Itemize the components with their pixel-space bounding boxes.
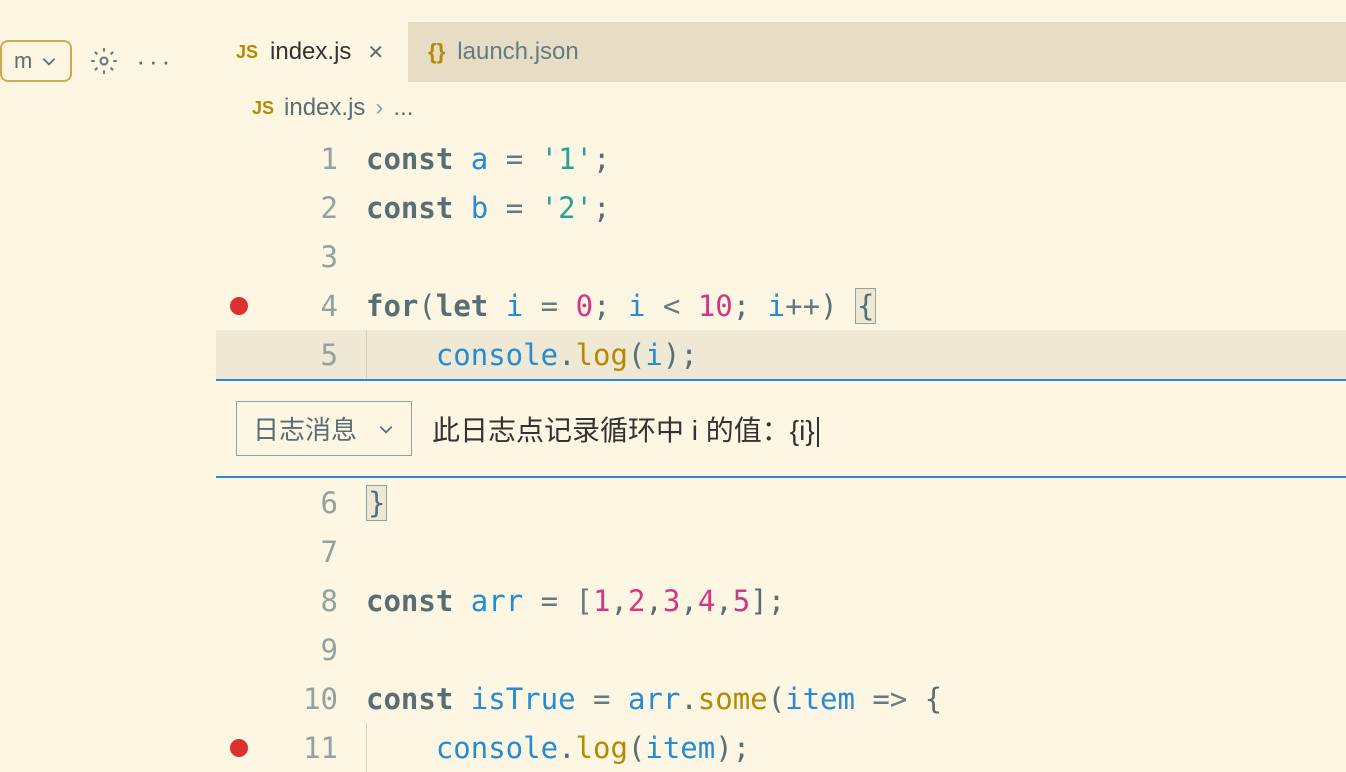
code-line[interactable]: 2 const b = '2';: [216, 183, 1346, 232]
js-file-icon: JS: [252, 98, 274, 119]
logpoint-type-label: 日志消息: [253, 410, 357, 447]
code-editor[interactable]: 1 const a = '1'; 2 const b = '2'; 3 4 fo…: [216, 134, 1346, 772]
chevron-down-icon: [40, 52, 58, 70]
run-config-dropdown[interactable]: m: [0, 40, 72, 82]
tab-index-js[interactable]: JS index.js ✕: [216, 22, 408, 82]
code-line[interactable]: 1 const a = '1';: [216, 134, 1346, 183]
logpoint-type-select[interactable]: 日志消息: [236, 401, 412, 456]
line-number: 4: [321, 289, 338, 323]
logpoint-editor: 日志消息 此日志点记录循环中 i 的值：{i}: [216, 379, 1346, 478]
code-line[interactable]: 8 const arr = [1,2,3,4,5];: [216, 576, 1346, 625]
code-line[interactable]: 11 console.log(item);: [216, 723, 1346, 772]
breadcrumb-file: index.js: [284, 94, 365, 122]
breakpoint-icon[interactable]: [230, 739, 248, 757]
text-cursor: [817, 417, 819, 447]
more-icon[interactable]: ···: [136, 46, 174, 77]
line-number: 1: [321, 142, 338, 176]
breadcrumb[interactable]: JS index.js › ...: [216, 82, 1346, 134]
code-line[interactable]: 7: [216, 527, 1346, 576]
code-line[interactable]: 10 const isTrue = arr.some(item => {: [216, 674, 1346, 723]
tab-bar: JS index.js ✕ {} launch.json: [216, 22, 1346, 82]
close-icon[interactable]: ✕: [363, 40, 388, 65]
line-number: 7: [321, 535, 338, 569]
breakpoint-icon[interactable]: [230, 297, 248, 315]
code-line[interactable]: 3: [216, 232, 1346, 281]
code-line[interactable]: 4 for(let i = 0; i < 10; i++) {: [216, 281, 1346, 330]
line-number: 8: [321, 584, 338, 618]
line-number: 10: [303, 682, 338, 716]
tab-label: index.js: [270, 38, 351, 66]
tab-launch-json[interactable]: {} launch.json: [408, 22, 599, 82]
tab-label: launch.json: [457, 38, 578, 66]
line-number: 5: [321, 338, 338, 372]
line-number: 9: [321, 633, 338, 667]
line-number: 3: [321, 240, 338, 274]
editor-area: JS index.js › ... 1 const a = '1'; 2 con…: [216, 82, 1346, 772]
dropdown-fragment: m: [14, 48, 32, 74]
code-line[interactable]: 9: [216, 625, 1346, 674]
indent-guide: [366, 723, 367, 772]
js-file-icon: JS: [236, 42, 258, 63]
breadcrumb-more: ...: [393, 94, 413, 122]
code-line[interactable]: 5 console.log(i);: [216, 330, 1346, 379]
gear-icon[interactable]: [90, 47, 118, 75]
chevron-down-icon: [377, 420, 395, 438]
line-number: 11: [303, 731, 338, 765]
line-number: 6: [321, 486, 338, 520]
indent-guide: [366, 330, 367, 379]
line-number: 2: [321, 191, 338, 225]
logpoint-message-input[interactable]: 此日志点记录循环中 i 的值：{i}: [432, 409, 1326, 449]
json-file-icon: {}: [428, 39, 445, 65]
code-line[interactable]: 6 }: [216, 478, 1346, 527]
breadcrumb-sep: ›: [375, 94, 383, 122]
left-toolbar: m ···: [0, 40, 174, 82]
